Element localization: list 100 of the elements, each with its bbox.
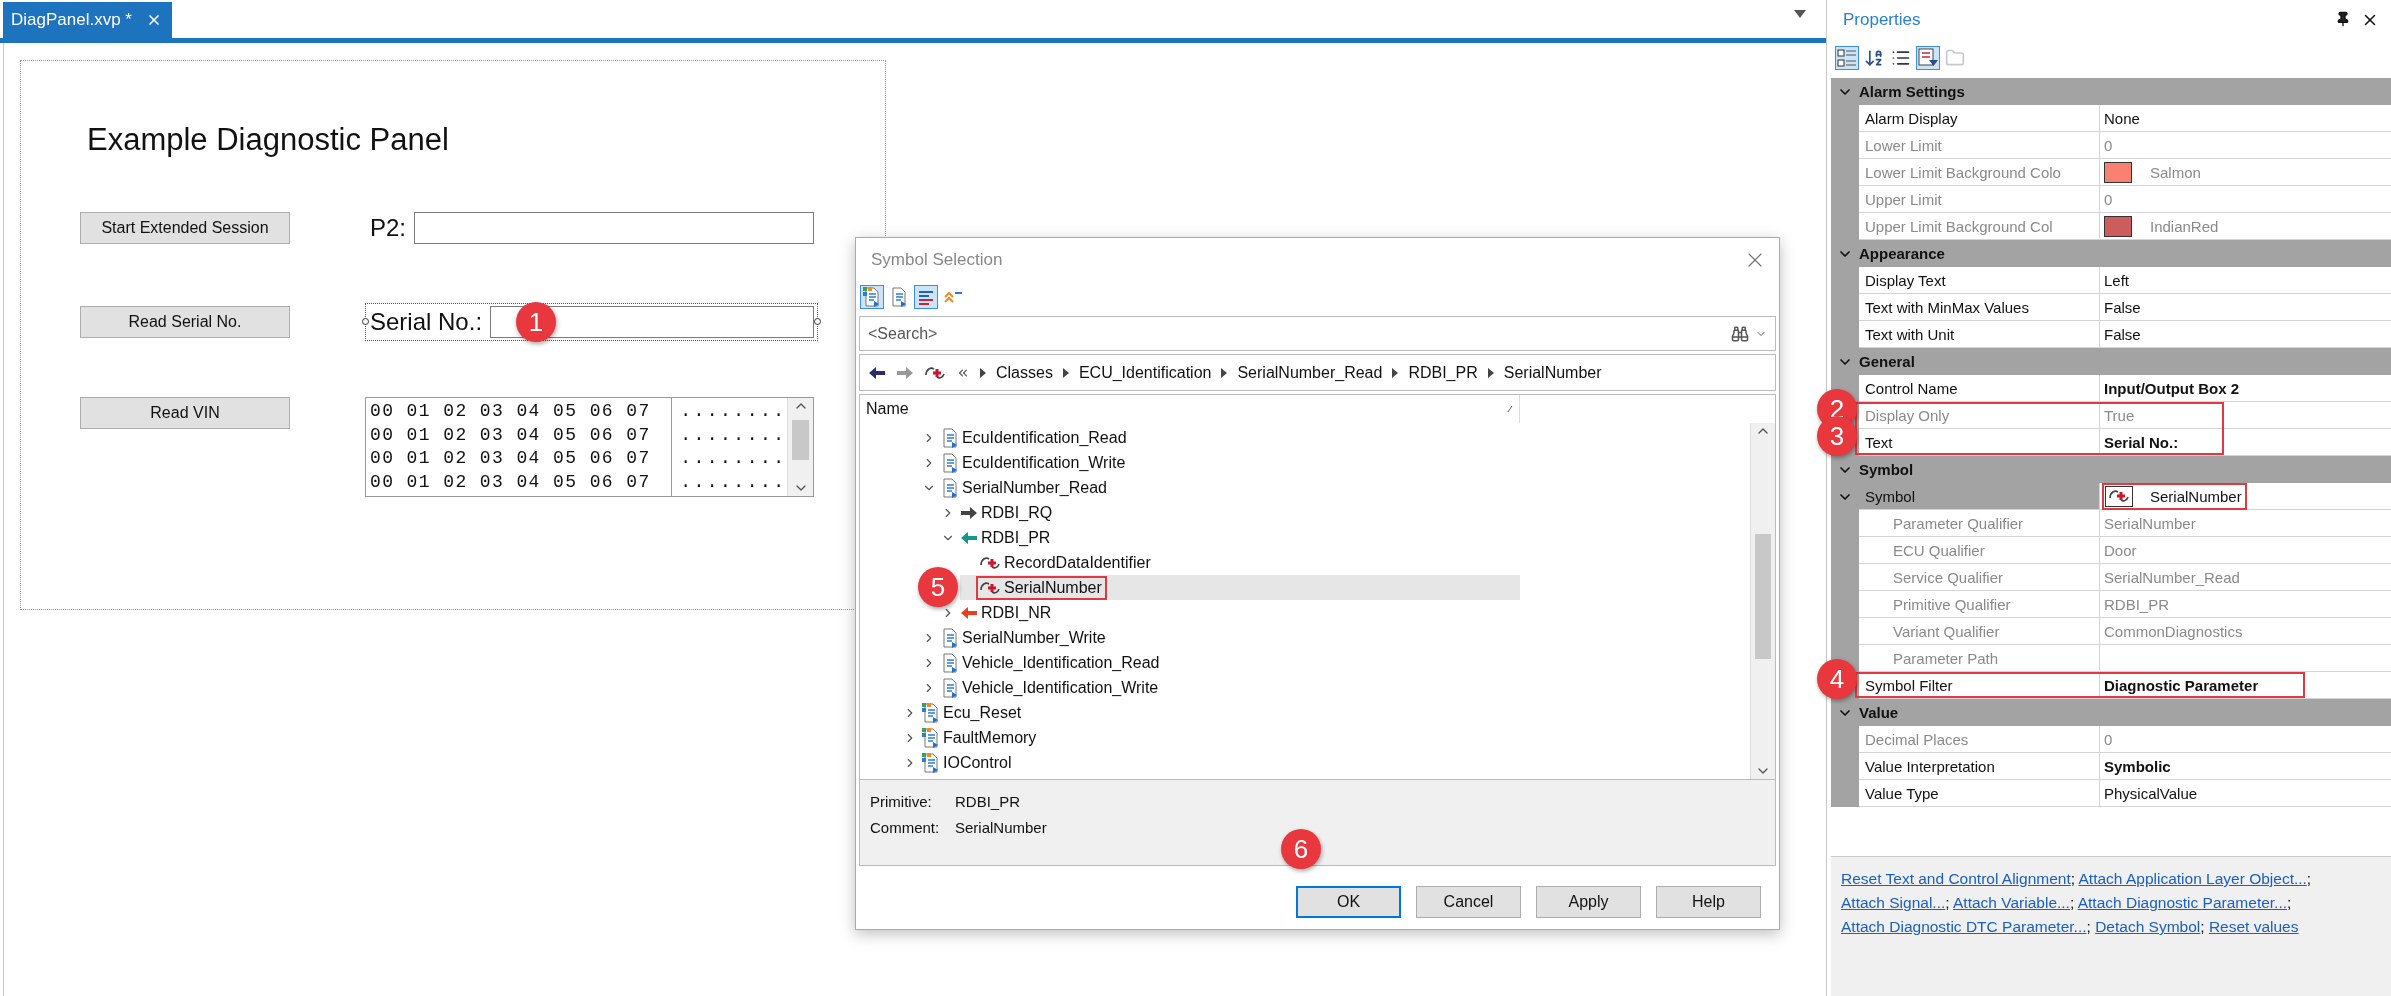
- property-value[interactable]: Serial No.:: [2104, 433, 2179, 451]
- breadcrumb-item[interactable]: Classes: [996, 363, 1053, 382]
- dialog-button[interactable]: Help: [1656, 886, 1761, 918]
- property-name[interactable]: Control Name: [1865, 379, 1958, 397]
- document-icon: [890, 287, 908, 307]
- tree-item[interactable]: SerialNumber_Write: [922, 625, 1520, 650]
- command-link[interactable]: Attach Diagnostic Parameter...: [2077, 894, 2288, 911]
- left-arrow-icon: [960, 605, 978, 620]
- command-link[interactable]: Attach Signal...: [1841, 894, 1946, 911]
- panel-title: Properties: [1843, 10, 1921, 30]
- property-name[interactable]: Symbol: [1865, 487, 1916, 505]
- panel-button[interactable]: Read Serial No.: [80, 306, 290, 338]
- document-icon: [941, 652, 959, 673]
- command-link[interactable]: Reset values: [2208, 918, 2299, 935]
- tree-item[interactable]: Vehicle_Identification_Write: [922, 675, 1520, 700]
- property-value[interactable]: Symbolic: [2104, 757, 2171, 775]
- search-input[interactable]: <Search>: [866, 323, 1725, 344]
- property-value[interactable]: Left: [2104, 271, 2130, 289]
- property-name[interactable]: Text: [1865, 433, 1893, 451]
- separator-icon: [1392, 367, 1399, 378]
- property-name[interactable]: Text with MinMax Values: [1865, 298, 2029, 316]
- hex-line: 00 01 02 03 04 05 06 07: [370, 447, 652, 470]
- tree-item[interactable]: Ecu_Reset: [903, 700, 1520, 725]
- text-field[interactable]: [414, 212, 814, 244]
- property-value[interactable]: PhysicalValue: [2104, 784, 2198, 802]
- ascii-line: ........: [680, 470, 780, 494]
- panel-button[interactable]: Start Extended Session: [80, 212, 290, 244]
- document-icon: [941, 677, 959, 698]
- step-badge: 3: [1817, 416, 1857, 456]
- separator-icon: [1487, 367, 1494, 378]
- tree-item[interactable]: IOControl: [903, 750, 1520, 775]
- field-label: P2:: [370, 214, 407, 242]
- parameter-icon: [979, 579, 1001, 596]
- property-value[interactable]: Input/Output Box 2: [2104, 379, 2239, 397]
- info-label: Comment:: [870, 818, 941, 836]
- pages-icon: [1945, 48, 1965, 68]
- ascii-line: ........: [680, 400, 780, 423]
- forward-arrow-icon[interactable]: [896, 365, 914, 380]
- pin-icon[interactable]: [2335, 11, 2351, 27]
- dialog-button[interactable]: Cancel: [1416, 886, 1521, 918]
- property-name[interactable]: Text with Unit: [1865, 325, 1955, 343]
- property-name[interactable]: Alarm Display: [1865, 109, 1958, 127]
- breadcrumb-item[interactable]: SerialNumber: [1503, 363, 1602, 382]
- property-value[interactable]: None: [2104, 109, 2140, 127]
- separator-icon: [1221, 367, 1228, 378]
- dialog-button[interactable]: OK: [1296, 886, 1401, 918]
- search-field[interactable]: <Search>: [859, 316, 1776, 351]
- scroll-thumb[interactable]: [1754, 534, 1772, 659]
- document-tab[interactable]: DiagPanel.xvp *: [3, 2, 172, 38]
- list-icon: [1891, 48, 1911, 68]
- binoculars-icon[interactable]: [1731, 324, 1749, 343]
- parameter-icon: [924, 364, 946, 381]
- tree-item[interactable]: Vehicle_Identification_Read: [922, 650, 1520, 675]
- parameter-icon: [979, 554, 1001, 571]
- property-name[interactable]: Value Interpretation: [1865, 757, 1995, 775]
- command-link[interactable]: Detach Symbol: [2095, 918, 2201, 935]
- property-name[interactable]: Symbol Filter: [1865, 676, 1953, 694]
- tree-item[interactable]: RDBI_RQ: [941, 500, 1520, 525]
- text-field[interactable]: [490, 306, 814, 338]
- info-value: SerialNumber: [955, 818, 1047, 836]
- tree-item[interactable]: FaultMemory: [903, 725, 1520, 750]
- command-link[interactable]: Attach Diagnostic DTC Parameter...: [1841, 918, 2087, 935]
- separator-icon: [1062, 367, 1069, 378]
- property-value[interactable]: False: [2104, 325, 2141, 343]
- sort-icon: [1507, 405, 1513, 413]
- property-value[interactable]: Diagnostic Parameter: [2104, 676, 2259, 694]
- resize-handle[interactable]: [362, 318, 369, 325]
- class-document-icon: [922, 702, 940, 723]
- dialog-button[interactable]: Apply: [1536, 886, 1641, 918]
- property-value[interactable]: SerialNumber: [2150, 487, 2242, 505]
- tree-item[interactable]: EcuIdentification_Read: [922, 425, 1520, 450]
- tree-item[interactable]: SerialNumber_Read: [922, 475, 1520, 500]
- property-name[interactable]: Display Text: [1865, 271, 1946, 289]
- info-label: Primitive:: [870, 792, 933, 810]
- toolbar-button[interactable]: [1916, 46, 1940, 70]
- property-value[interactable]: False: [2104, 298, 2141, 316]
- panel-button[interactable]: Read VIN: [80, 397, 290, 429]
- breadcrumb-item[interactable]: RDBI_PR: [1408, 363, 1478, 382]
- dialog-title: Symbol Selection: [871, 250, 1003, 270]
- document-icon: [941, 452, 959, 473]
- field-label: Serial No.:: [370, 308, 483, 336]
- command-link[interactable]: Attach Application Layer Object...: [2078, 870, 2307, 887]
- column-header[interactable]: Name: [860, 395, 1520, 423]
- property-name[interactable]: Value Type: [1865, 784, 1939, 802]
- back-arrow-icon[interactable]: [868, 365, 886, 380]
- tree-item[interactable]: EcuIdentification_Write: [922, 450, 1520, 475]
- scroll-thumb[interactable]: [791, 420, 810, 460]
- breadcrumb-item[interactable]: ECU_Identification: [1078, 363, 1212, 382]
- document-icon: [941, 477, 959, 498]
- panel-title: Example Diagnostic Panel: [87, 121, 449, 159]
- dropdown-caret-icon[interactable]: [1794, 10, 1806, 18]
- filter-icon: [1917, 47, 1939, 69]
- command-link[interactable]: Reset Text and Control Alignment: [1841, 870, 2071, 887]
- collapse-icon: [943, 289, 963, 305]
- tree-item[interactable]: RDBI_PR: [941, 525, 1520, 550]
- hex-line: 00 01 02 03 04 05 06 07: [370, 423, 652, 447]
- command-link[interactable]: Attach Variable...: [1953, 894, 2070, 911]
- hex-line: 00 01 02 03 04 05 06 07: [370, 470, 652, 494]
- breadcrumb-item[interactable]: SerialNumber_Read: [1237, 363, 1383, 382]
- step-badge: 1: [516, 302, 556, 342]
